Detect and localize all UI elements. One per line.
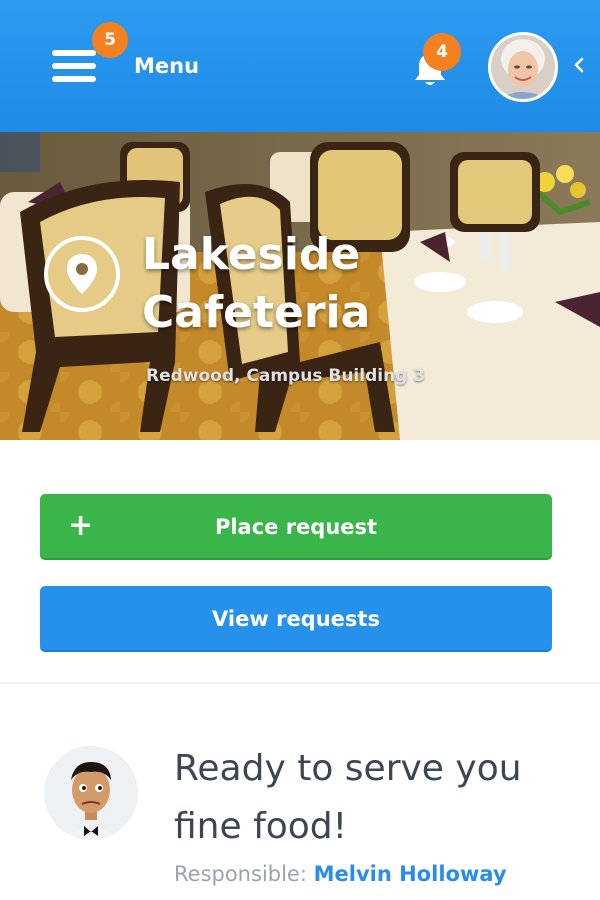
chevron-left-icon[interactable]: [568, 54, 590, 76]
view-requests-label: View requests: [212, 607, 380, 631]
responsible-line: Responsible: Melvin Holloway: [174, 862, 507, 886]
hamburger-icon: [52, 50, 98, 84]
venue-location: Redwood, Campus Building 3: [146, 366, 426, 386]
elderly-woman-avatar-icon: [491, 35, 555, 99]
menu-badge: 5: [92, 22, 128, 58]
menu-button[interactable]: 5 Menu: [40, 22, 220, 102]
waiter-avatar-icon: [44, 746, 138, 840]
place-request-button[interactable]: + Place request: [40, 494, 552, 560]
user-avatar[interactable]: [488, 32, 558, 102]
staff-avatar: [44, 746, 138, 840]
place-request-label: Place request: [214, 515, 378, 539]
section-divider: [0, 682, 600, 684]
responsible-name-link[interactable]: Melvin Holloway: [314, 862, 507, 886]
staff-heading: Ready to serve you fine food!: [174, 748, 522, 847]
responsible-label: Responsible:: [174, 862, 307, 886]
view-requests-button[interactable]: View requests: [40, 586, 552, 652]
menu-label: Menu: [134, 54, 200, 78]
location-pin-icon: [44, 236, 120, 312]
app-bar: 5 Menu 4: [0, 0, 600, 132]
plus-icon: +: [68, 508, 94, 543]
venue-name: Lakeside Cafeteria: [142, 229, 371, 338]
notification-badge: 4: [423, 33, 461, 71]
